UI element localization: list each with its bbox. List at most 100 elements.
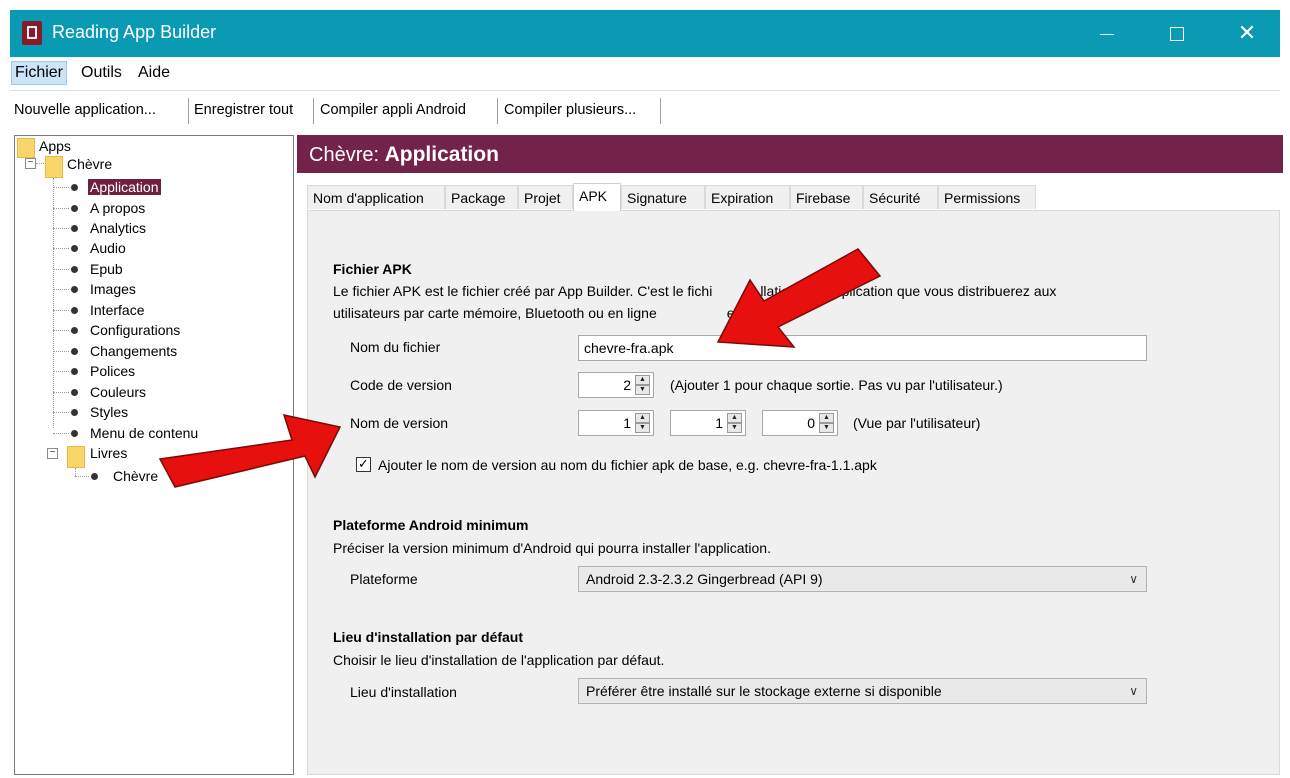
- apk-description-line1: Le fichier APK est le fichier créé par A…: [333, 283, 1057, 299]
- tree-item-images[interactable]: Images: [90, 279, 136, 299]
- tree-item-changements[interactable]: Changements: [90, 341, 177, 361]
- filename-label: Nom du fichier: [350, 339, 441, 355]
- spin-up-icon[interactable]: ▲: [819, 413, 834, 423]
- version-code-spinner[interactable]: 2 ▲ ▼: [578, 372, 654, 398]
- maximize-icon: [1170, 27, 1184, 41]
- platform-description: Préciser la version minimum d'Android qu…: [333, 540, 771, 556]
- panel-header: Chèvre: Application: [297, 135, 1283, 173]
- title-bar[interactable]: Reading App Builder ✕: [10, 10, 1280, 57]
- panel-title-prefix: Chèvre:: [309, 144, 385, 166]
- install-label: Lieu d'installation: [350, 684, 457, 700]
- tree-item-menu-de-contenu[interactable]: Menu de contenu: [90, 423, 198, 443]
- new-app-button[interactable]: Nouvelle application...: [14, 102, 156, 118]
- build-multiple-button[interactable]: Compiler plusieurs...: [504, 102, 636, 118]
- spin-up-icon[interactable]: ▲: [635, 413, 650, 423]
- minimize-button[interactable]: [1072, 10, 1142, 57]
- tree-item-application[interactable]: Application: [88, 179, 161, 195]
- app-window: Reading App Builder ✕ Fichier Outils Aid…: [0, 0, 1290, 778]
- version-name-hint: (Vue par l'utilisateur): [853, 415, 981, 431]
- version-minor-spinner[interactable]: 1 ▲ ▼: [670, 410, 746, 436]
- build-android-button[interactable]: Compiler appli Android: [320, 102, 466, 118]
- node-dot-icon: [71, 348, 78, 355]
- append-version-checkbox[interactable]: ✓: [356, 457, 371, 472]
- node-dot-icon: [71, 368, 78, 375]
- toolbar: Nouvelle application... Enregistrer tout…: [10, 90, 1280, 131]
- tree-item-audio[interactable]: Audio: [90, 238, 126, 258]
- close-icon: ✕: [1237, 21, 1257, 46]
- spin-up-icon[interactable]: ▲: [635, 375, 650, 385]
- install-location-select[interactable]: Préférer être installé sur le stockage e…: [578, 678, 1147, 704]
- spin-down-icon[interactable]: ▼: [635, 385, 650, 395]
- spin-up-icon[interactable]: ▲: [727, 413, 742, 423]
- node-dot-icon: [71, 327, 78, 334]
- tree-item-livres[interactable]: Livres: [90, 443, 127, 463]
- toolbar-separator: [497, 98, 498, 124]
- maximize-button[interactable]: [1142, 10, 1212, 57]
- node-dot-icon: [71, 184, 78, 191]
- tree-item-epub[interactable]: Epub: [90, 259, 123, 279]
- node-dot-icon: [71, 266, 78, 273]
- menu-outils[interactable]: Outils: [78, 62, 125, 84]
- node-dot-icon: [71, 409, 78, 416]
- node-dot-icon: [71, 389, 78, 396]
- minimize-icon: [1100, 33, 1114, 35]
- app-logo-icon: [22, 21, 42, 45]
- tab-apk[interactable]: APK: [573, 183, 621, 211]
- spin-down-icon[interactable]: ▼: [819, 423, 834, 433]
- section-heading-install: Lieu d'installation par défaut: [333, 629, 524, 645]
- node-dot-icon: [71, 430, 78, 437]
- tab-securite[interactable]: Sécurité: [863, 185, 938, 209]
- tree-item-analytics[interactable]: Analytics: [90, 218, 146, 238]
- node-dot-icon: [71, 205, 78, 212]
- tree-item-interface[interactable]: Interface: [90, 300, 144, 320]
- tree-item-app[interactable]: Chèvre: [67, 154, 112, 174]
- chevron-down-icon: ∨: [1129, 684, 1138, 698]
- tab-firebase[interactable]: Firebase: [790, 185, 863, 209]
- tree-item-configurations[interactable]: Configurations: [90, 320, 180, 340]
- tab-projet[interactable]: Projet: [518, 185, 573, 209]
- tab-content-apk: Fichier APK Le fichier APK est le fichie…: [307, 210, 1280, 775]
- chevron-down-icon: ∨: [1129, 572, 1138, 586]
- panel-title: Application: [384, 143, 499, 166]
- version-major-spinner[interactable]: 1 ▲ ▼: [578, 410, 654, 436]
- toolbar-separator: [313, 98, 314, 124]
- tab-signature[interactable]: Signature: [621, 185, 705, 209]
- tab-nom-application[interactable]: Nom d'application: [307, 185, 445, 209]
- section-heading-apk: Fichier APK: [333, 261, 412, 277]
- close-button[interactable]: ✕: [1212, 10, 1282, 57]
- tree-item-apps[interactable]: Apps: [39, 136, 71, 156]
- tab-package[interactable]: Package: [445, 185, 518, 209]
- spin-down-icon[interactable]: ▼: [727, 423, 742, 433]
- append-version-label: Ajouter le nom de version au nom du fich…: [378, 457, 877, 473]
- tab-permissions[interactable]: Permissions: [938, 185, 1036, 209]
- tree-item-styles[interactable]: Styles: [90, 402, 128, 422]
- node-dot-icon: [71, 286, 78, 293]
- save-all-button[interactable]: Enregistrer tout: [194, 102, 293, 118]
- folder-icon: [17, 138, 35, 158]
- node-dot-icon: [71, 225, 78, 232]
- tree-item-polices[interactable]: Polices: [90, 361, 135, 381]
- platform-select[interactable]: Android 2.3-2.3.2 Gingerbread (API 9) ∨: [578, 566, 1147, 592]
- node-dot-icon: [71, 245, 78, 252]
- platform-label: Plateforme: [350, 571, 418, 587]
- filename-input[interactable]: chevre-fra.apk: [578, 335, 1147, 361]
- collapse-icon[interactable]: −: [25, 158, 36, 169]
- folder-icon: [67, 446, 85, 468]
- spin-down-icon[interactable]: ▼: [635, 423, 650, 433]
- version-name-label: Nom de version: [350, 415, 449, 431]
- collapse-icon[interactable]: −: [47, 448, 58, 459]
- project-tree: Apps − Chèvre Application A propos Analy…: [14, 135, 294, 775]
- apk-description-line2: utilisateurs par carte mémoire, Bluetoot…: [333, 305, 769, 321]
- menu-fichier[interactable]: Fichier: [11, 61, 68, 85]
- folder-icon: [45, 156, 63, 178]
- menu-aide[interactable]: Aide: [135, 62, 173, 84]
- node-dot-icon: [71, 307, 78, 314]
- version-code-hint: (Ajouter 1 pour chaque sortie. Pas vu pa…: [670, 377, 1003, 393]
- tree-item-a-propos[interactable]: A propos: [90, 198, 145, 218]
- install-description: Choisir le lieu d'installation de l'appl…: [333, 652, 665, 668]
- tree-item-couleurs[interactable]: Couleurs: [90, 382, 146, 402]
- tree-item-book[interactable]: Chèvre: [113, 466, 158, 486]
- version-patch-spinner[interactable]: 0 ▲ ▼: [762, 410, 838, 436]
- node-dot-icon: [91, 473, 98, 480]
- tab-expiration[interactable]: Expiration: [705, 185, 790, 209]
